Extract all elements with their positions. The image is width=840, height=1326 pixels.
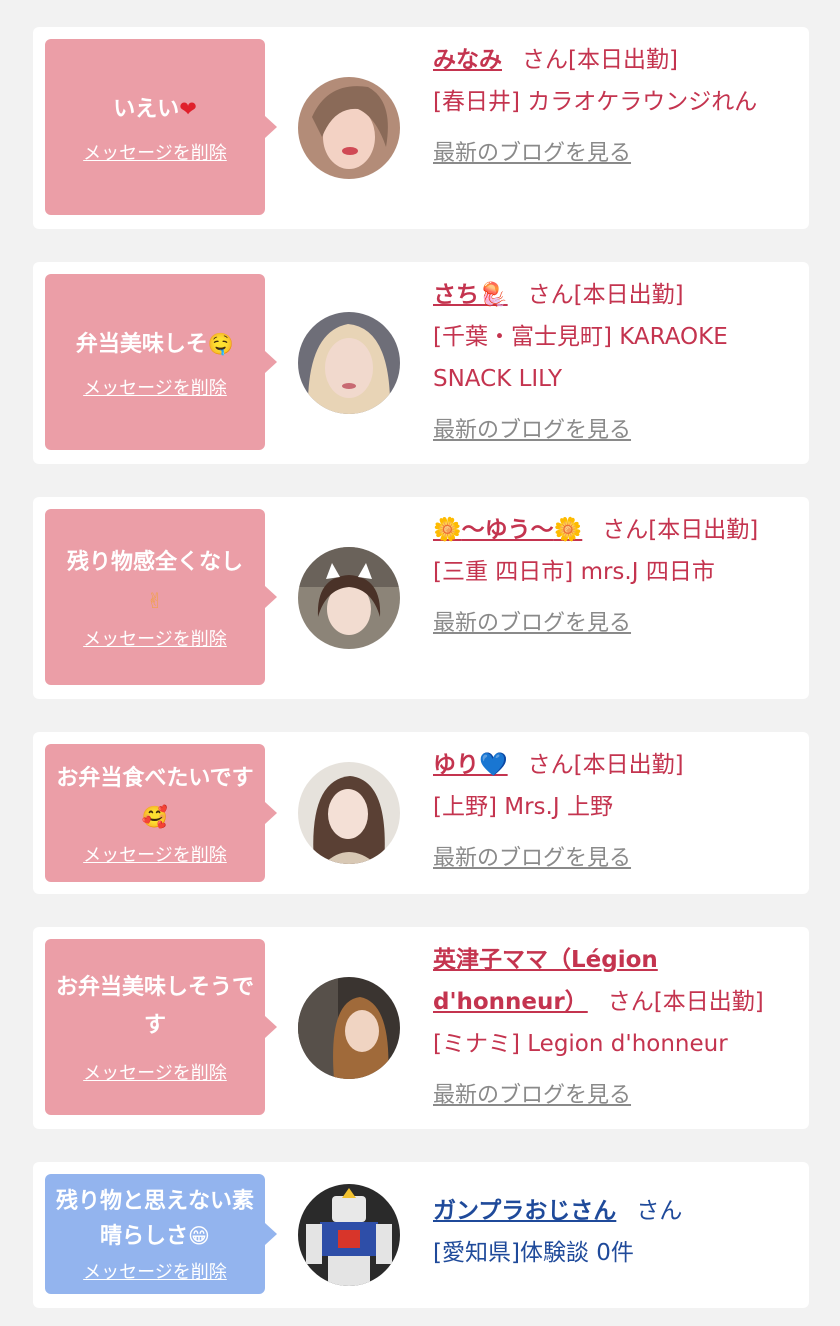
message-text: お弁当食べたいです🥰 <box>56 765 254 829</box>
user-name-link[interactable]: みなみ <box>433 47 502 73</box>
avatar[interactable] <box>298 547 400 649</box>
avatar[interactable] <box>298 762 400 864</box>
jellyfish-icon: 🪼 <box>479 282 508 308</box>
message-card: お弁当美味しそうです メッセージを削除 英津子ママ（Légion d'honne… <box>33 927 809 1129</box>
message-text: 弁当美味しそ🤤 <box>75 331 235 357</box>
avatar[interactable] <box>298 1184 400 1286</box>
latest-blog-link[interactable]: 最新のブログを見る <box>433 133 781 175</box>
user-info: ガンプラおじさん さん [愛知県]体験談 0件 <box>433 1190 781 1274</box>
message-card: いえい❤ メッセージを削除 みなみ さん[本日出勤] [春日井] カラオケラウンジ… <box>33 27 809 229</box>
avatar-photo-icon <box>298 77 400 179</box>
delete-message-link[interactable]: メッセージを削除 <box>83 625 227 651</box>
user-info: みなみ さん[本日出勤] [春日井] カラオケラウンジれん 最新のブログを見る <box>433 39 781 175</box>
honorific-status: さん[本日出勤] <box>522 47 678 73</box>
gundam-model-photo-icon <box>298 1184 400 1286</box>
honorific-status: さん[本日出勤] <box>527 752 684 778</box>
user-info: さち🪼 さん[本日出勤] [千葉・富士見町] KARAOKE SNACK LILY… <box>433 274 781 452</box>
message-bubble: 弁当美味しそ🤤 メッセージを削除 <box>45 274 277 450</box>
shop-location: [千葉・富士見町] KARAOKE SNACK LILY <box>433 324 728 392</box>
message-text: お弁当美味しそうです <box>55 975 254 1038</box>
delete-message-link[interactable]: メッセージを削除 <box>83 1059 227 1085</box>
message-bubble: いえい❤ メッセージを削除 <box>45 39 277 215</box>
message-card: 残り物と思えない素晴らしさ😁 メッセージを削除 ガンプラおじさん さん [愛知県]… <box>33 1162 809 1308</box>
message-bubble: お弁当美味しそうです メッセージを削除 <box>45 939 277 1115</box>
avatar-photo-icon <box>298 312 400 414</box>
blue-heart-icon: 💙 <box>479 752 508 778</box>
user-info: 🌼〜ゆう〜🌼 さん[本日出勤] [三重 四日市] mrs.J 四日市 最新のブログ… <box>433 509 781 645</box>
shop-location: [愛知県]体験談 0件 <box>433 1240 634 1266</box>
avatar[interactable] <box>298 77 400 179</box>
delete-message-link[interactable]: メッセージを削除 <box>83 374 227 400</box>
honorific-status: さん[本日出勤] <box>527 282 684 308</box>
message-text: 残り物感全くなし ✌ <box>66 549 243 613</box>
smiling-hearts-face-icon: 🥰 <box>141 804 169 829</box>
message-bubble: 残り物感全くなし ✌ メッセージを削除 <box>45 509 277 685</box>
honorific-status: さん <box>636 1198 683 1224</box>
peace-hand-icon: ✌ <box>146 588 164 613</box>
blossom-icon: 🌼 <box>433 517 462 543</box>
delete-message-link[interactable]: メッセージを削除 <box>83 1258 227 1284</box>
shop-location: [ミナミ] Legion d'honneur <box>433 1031 728 1057</box>
avatar[interactable] <box>298 312 400 414</box>
blossom-icon: 🌼 <box>553 517 583 543</box>
user-name-link[interactable]: ガンプラおじさん <box>433 1198 616 1224</box>
message-text: 残り物と思えない素晴らしさ😁 <box>55 1188 254 1249</box>
user-name-link[interactable]: さち🪼 <box>433 282 508 308</box>
grinning-face-icon: 😁 <box>188 1223 210 1248</box>
latest-blog-link[interactable]: 最新のブログを見る <box>433 410 781 452</box>
delete-message-link[interactable]: メッセージを削除 <box>83 139 227 165</box>
shop-location: [三重 四日市] mrs.J 四日市 <box>433 559 715 585</box>
latest-blog-link[interactable]: 最新のブログを見る <box>433 1075 781 1117</box>
user-info: 英津子ママ（Légion d'honneur） さん[本日出勤] [ミナミ] Le… <box>433 939 781 1117</box>
avatar-photo-icon <box>298 547 400 649</box>
avatar-photo-icon <box>298 762 400 864</box>
honorific-status: さん[本日出勤] <box>602 517 759 543</box>
message-bubble: お弁当食べたいです🥰 メッセージを削除 <box>45 744 277 882</box>
user-name-link[interactable]: 🌼〜ゆう〜🌼 <box>433 517 582 543</box>
avatar-photo-icon <box>298 977 400 1079</box>
shop-location: [春日井] カラオケラウンジれん <box>433 89 758 115</box>
latest-blog-link[interactable]: 最新のブログを見る <box>433 838 781 880</box>
heart-emoji-icon: ❤ <box>179 96 197 121</box>
latest-blog-link[interactable]: 最新のブログを見る <box>433 603 781 645</box>
drooling-face-icon: 🤤 <box>207 331 235 356</box>
honorific-status: さん[本日出勤] <box>607 989 764 1015</box>
message-text: いえい❤ <box>113 96 197 122</box>
message-card: お弁当食べたいです🥰 メッセージを削除 ゆり💙 さん[本日出勤] [上野] Mrs… <box>33 732 809 894</box>
user-name-link[interactable]: ゆり💙 <box>433 752 508 778</box>
message-bubble: 残り物と思えない素晴らしさ😁 メッセージを削除 <box>45 1174 277 1294</box>
user-info: ゆり💙 さん[本日出勤] [上野] Mrs.J 上野 最新のブログを見る <box>433 744 781 880</box>
message-card: 弁当美味しそ🤤 メッセージを削除 さち🪼 さん[本日出勤] [千葉・富士見町] K… <box>33 262 809 464</box>
avatar[interactable] <box>298 977 400 1079</box>
shop-location: [上野] Mrs.J 上野 <box>433 794 613 820</box>
delete-message-link[interactable]: メッセージを削除 <box>83 841 227 867</box>
message-card: 残り物感全くなし ✌ メッセージを削除 🌼〜ゆう〜🌼 さん[本日出勤] [三重 四日… <box>33 497 809 699</box>
